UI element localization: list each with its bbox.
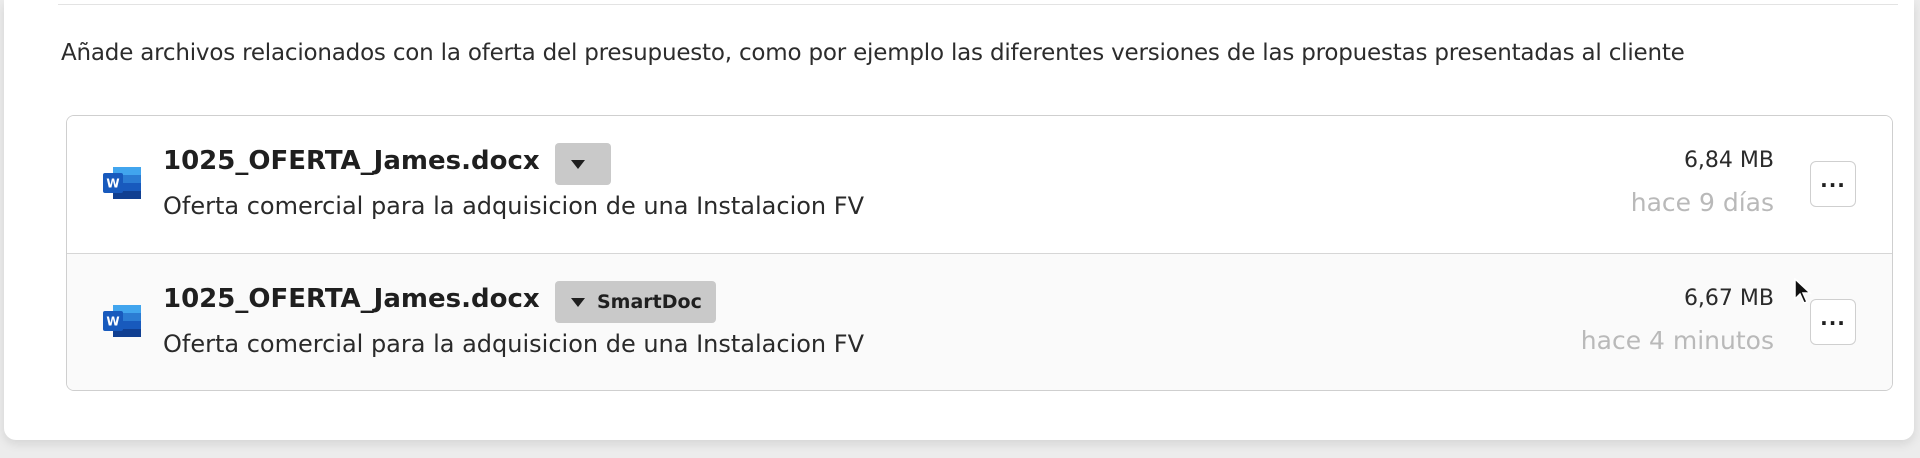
section-description: Añade archivos relacionados con la ofert… (61, 40, 1685, 66)
caret-down-icon (571, 297, 585, 307)
svg-text:W: W (106, 315, 119, 329)
file-timestamp: hace 9 días (1630, 188, 1774, 217)
more-options-button[interactable]: ... (1810, 161, 1856, 207)
word-icon: W (103, 167, 141, 199)
mouse-cursor-icon (1794, 278, 1812, 304)
file-size: 6,84 MB (1683, 148, 1774, 173)
attachments-panel: Añade archivos relacionados con la ofert… (4, 0, 1914, 440)
file-size: 6,67 MB (1683, 286, 1774, 311)
ellipsis-icon: ... (1820, 306, 1846, 330)
word-icon: W (103, 305, 141, 337)
divider (58, 4, 1898, 5)
files-list: W 1025_OFERTA_James.docx Oferta comercia… (66, 115, 1893, 391)
caret-down-icon (571, 159, 585, 169)
ellipsis-icon: ... (1820, 168, 1846, 192)
svg-text:W: W (106, 177, 119, 191)
file-description: Oferta comercial para la adquisicion de … (163, 192, 864, 220)
more-options-button[interactable]: ... (1810, 299, 1856, 345)
smartdoc-tag[interactable]: SmartDoc (555, 281, 716, 323)
file-type-tag[interactable] (555, 143, 611, 185)
file-name[interactable]: 1025_OFERTA_James.docx (163, 146, 540, 176)
file-name[interactable]: 1025_OFERTA_James.docx (163, 284, 540, 314)
tag-label: SmartDoc (597, 291, 702, 313)
file-row[interactable]: W 1025_OFERTA_James.docx SmartDoc Oferta… (67, 253, 1892, 390)
file-timestamp: hace 4 minutos (1580, 326, 1774, 355)
file-row[interactable]: W 1025_OFERTA_James.docx Oferta comercia… (67, 116, 1892, 253)
file-description: Oferta comercial para la adquisicion de … (163, 330, 864, 358)
